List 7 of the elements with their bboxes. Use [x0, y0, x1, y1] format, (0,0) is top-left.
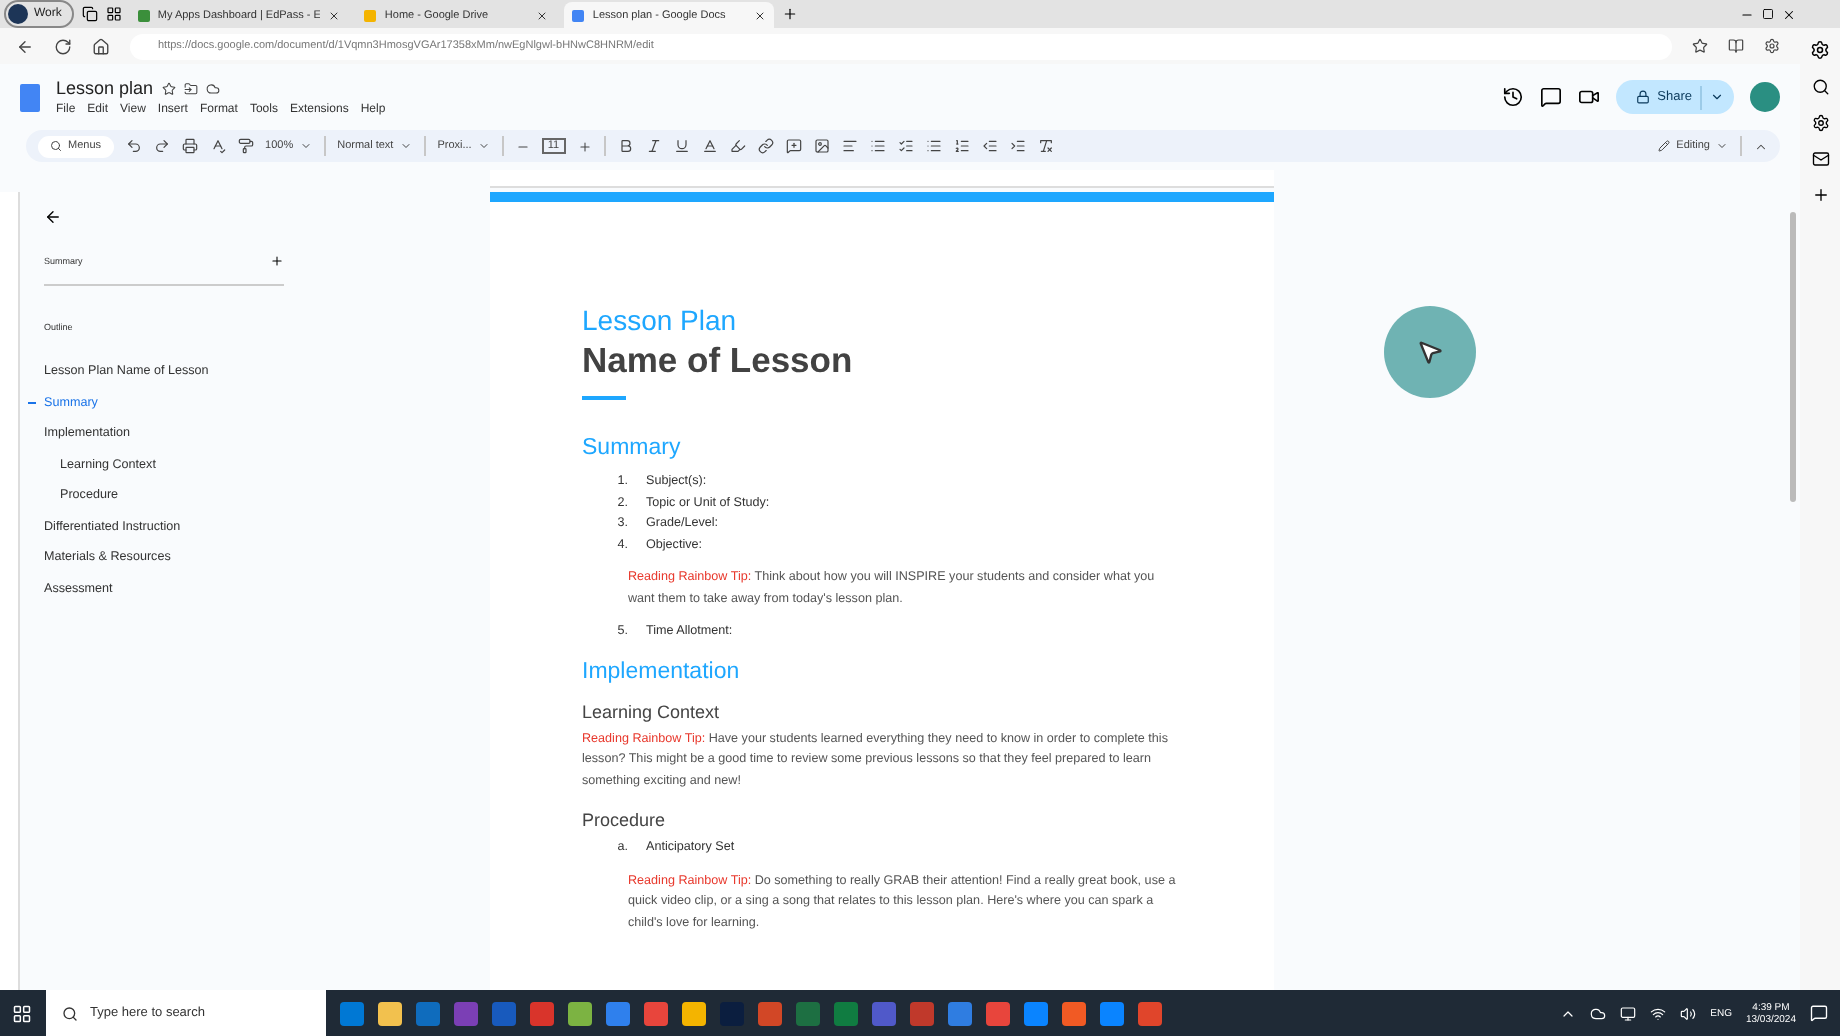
section-heading: Implementation	[582, 659, 742, 683]
document-heading: Lesson Plan	[582, 304, 739, 336]
document-title[interactable]: Lesson plan	[56, 78, 154, 98]
subsection-heading: Procedure	[582, 810, 668, 830]
subsection-heading: Learning Context	[582, 701, 722, 721]
section-heading: Summary	[582, 436, 683, 460]
document-title-text: Name of Lesson	[582, 340, 855, 382]
